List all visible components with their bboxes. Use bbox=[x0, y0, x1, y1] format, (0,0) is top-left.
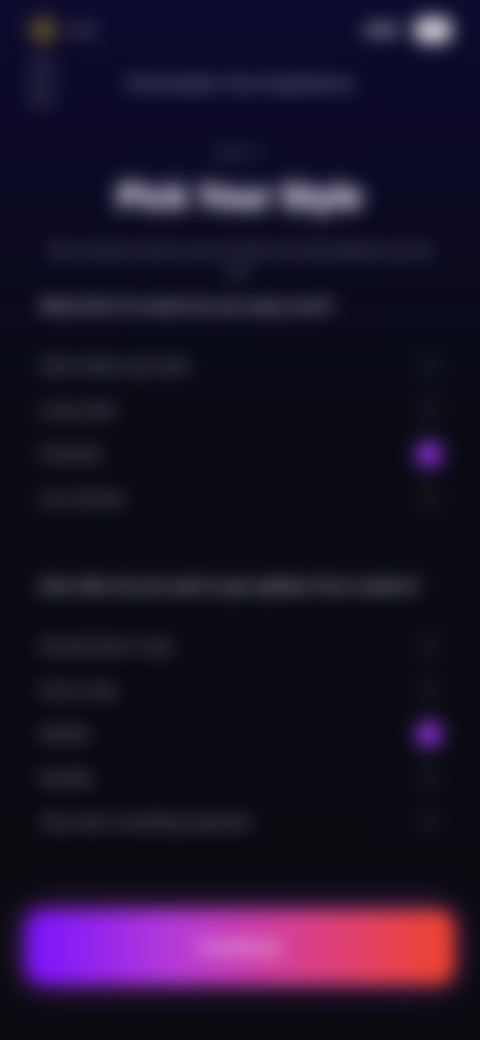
hero-subtitle: Tell us what you like so we can tailor r… bbox=[46, 242, 434, 278]
option-label: Only when something important bbox=[40, 813, 251, 831]
radio-button[interactable] bbox=[418, 399, 440, 421]
question-heading: What kind of content do you enjoy most? bbox=[40, 298, 335, 315]
option-list: Several times a day Once a day Weekly Mo… bbox=[40, 624, 440, 844]
radio-button[interactable] bbox=[418, 767, 440, 789]
option-row[interactable]: Several times a day bbox=[40, 624, 440, 668]
hero-title: Pick Your Style bbox=[117, 178, 363, 216]
status-time: 9:41 bbox=[68, 21, 98, 39]
radio-button[interactable] bbox=[418, 811, 440, 833]
option-row[interactable]: Once a day bbox=[40, 668, 440, 712]
radio-button-selected[interactable] bbox=[418, 443, 440, 465]
question-section-content: What kind of content do you enjoy most? … bbox=[40, 296, 440, 520]
option-label: Weekly bbox=[40, 725, 89, 743]
option-row[interactable]: Podcasts bbox=[40, 432, 440, 476]
option-label: Live streams bbox=[40, 489, 126, 507]
status-bar: 9:41 bbox=[28, 14, 452, 46]
screen: 9:41 Personalize Your Experience STEP 1 … bbox=[0, 0, 480, 1040]
option-label: Short videos and reels bbox=[40, 357, 190, 375]
option-row[interactable]: Short videos and reels bbox=[40, 344, 440, 388]
radio-button[interactable] bbox=[418, 679, 440, 701]
radio-button[interactable] bbox=[418, 487, 440, 509]
option-row[interactable]: Weekly bbox=[40, 712, 440, 756]
option-row[interactable]: Live streams bbox=[40, 476, 440, 520]
continue-button[interactable]: Continue bbox=[26, 910, 454, 984]
option-row[interactable]: Long reads bbox=[40, 388, 440, 432]
option-label: Several times a day bbox=[40, 637, 172, 655]
continue-button-label: Continue bbox=[199, 936, 281, 957]
option-list: Short videos and reels Long reads Podcas… bbox=[40, 344, 440, 520]
option-label: Podcasts bbox=[40, 445, 102, 463]
option-label: Monthly bbox=[40, 769, 93, 787]
radio-button[interactable] bbox=[418, 355, 440, 377]
question-heading: How often do you want to get updates fro… bbox=[40, 578, 421, 595]
menu-icon bbox=[30, 62, 54, 66]
option-row[interactable]: Only when something important bbox=[40, 800, 440, 844]
battery-icon bbox=[414, 17, 452, 43]
option-label: Long reads bbox=[40, 401, 116, 419]
page-title: Personalize Your Experience bbox=[127, 74, 353, 93]
signal-icon bbox=[364, 25, 400, 35]
question-section-frequency: How often do you want to get updates fro… bbox=[40, 576, 440, 844]
option-row[interactable]: Monthly bbox=[40, 756, 440, 800]
step-label: STEP 1 bbox=[213, 146, 267, 160]
app-logo-icon bbox=[28, 15, 58, 45]
radio-button[interactable] bbox=[418, 635, 440, 657]
radio-button-selected[interactable] bbox=[418, 723, 440, 745]
option-label: Once a day bbox=[40, 681, 117, 699]
